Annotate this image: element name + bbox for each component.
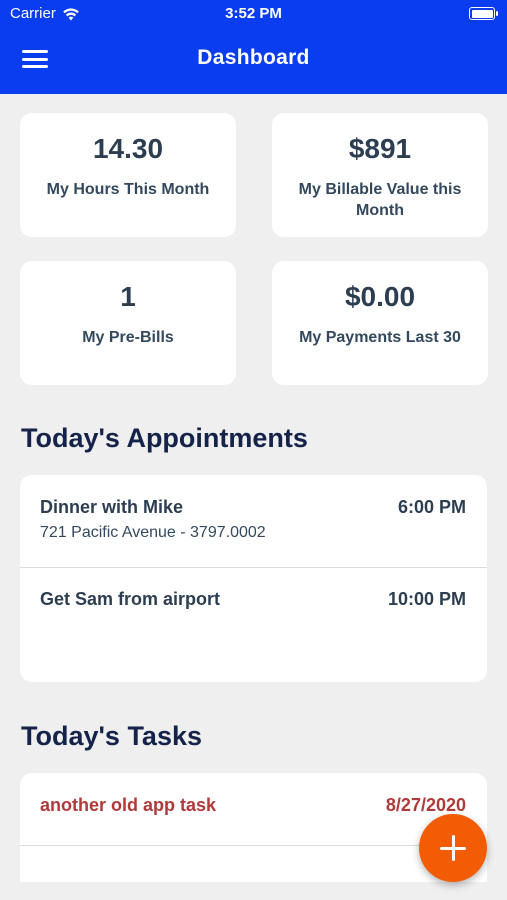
status-time: 3:52 PM bbox=[225, 5, 282, 22]
stat-card-billable[interactable]: $891 My Billable Value this Month bbox=[272, 113, 488, 237]
stat-label: My Billable Value this Month bbox=[298, 181, 462, 219]
stat-value: $0.00 bbox=[344, 281, 416, 312]
stat-label: My Hours This Month bbox=[46, 181, 210, 198]
tasks-list: another old app task 8/27/2020 bbox=[20, 773, 487, 883]
stat-value: 1 bbox=[120, 281, 136, 312]
stat-card-prebills[interactable]: 1 My Pre-Bills bbox=[20, 261, 236, 385]
appointment-time: 10:00 PM bbox=[387, 589, 466, 609]
task-date: 8/27/2020 bbox=[385, 795, 466, 815]
stat-value: 14.30 bbox=[92, 133, 164, 164]
battery-icon bbox=[469, 7, 498, 20]
status-bar: Carrier 3:52 PM bbox=[0, 0, 507, 28]
stat-label: My Payments Last 30 bbox=[299, 329, 461, 346]
stat-card-hours[interactable]: 14.30 My Hours This Month bbox=[20, 113, 236, 237]
bottom-safe-area bbox=[0, 882, 507, 900]
page-title: Dashboard bbox=[197, 46, 310, 69]
appointment-subtitle: 721 Pacific Avenue - 3797.0002 bbox=[40, 524, 266, 541]
appointments-list: Dinner with Mike 721 Pacific Avenue - 37… bbox=[20, 475, 487, 682]
appointment-title: Dinner with Mike bbox=[40, 497, 184, 517]
appointment-title: Get Sam from airport bbox=[40, 589, 221, 609]
stat-card-payments[interactable]: $0.00 My Payments Last 30 bbox=[272, 261, 488, 385]
plus-icon bbox=[440, 835, 466, 861]
add-button[interactable] bbox=[419, 814, 487, 882]
divider bbox=[20, 845, 487, 846]
stat-value: $891 bbox=[348, 133, 412, 164]
app-header: Carrier 3:52 PM Dashboard bbox=[0, 0, 507, 94]
task-title: another old app task bbox=[40, 795, 217, 815]
appointment-time: 6:00 PM bbox=[397, 497, 466, 517]
stat-label: My Pre-Bills bbox=[82, 329, 174, 346]
appointments-heading: Today's Appointments bbox=[21, 423, 308, 453]
tasks-heading: Today's Tasks bbox=[21, 721, 202, 751]
appointment-row[interactable]: Dinner with Mike 721 Pacific Avenue - 37… bbox=[20, 475, 487, 567]
appointment-row[interactable]: Get Sam from airport 10:00 PM bbox=[20, 568, 487, 682]
task-row[interactable]: another old app task 8/27/2020 bbox=[20, 773, 487, 845]
